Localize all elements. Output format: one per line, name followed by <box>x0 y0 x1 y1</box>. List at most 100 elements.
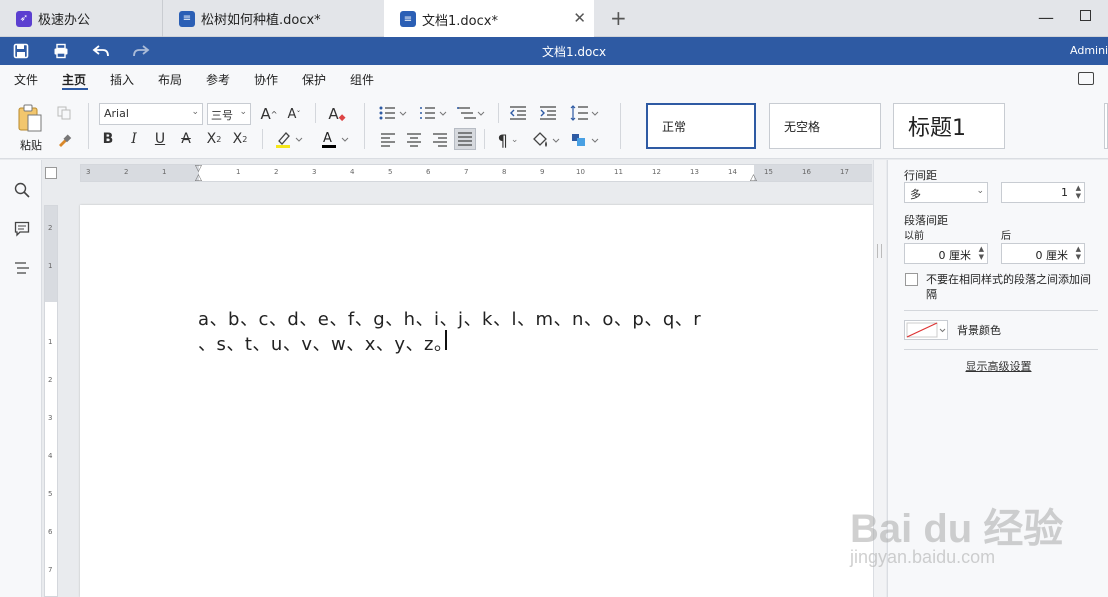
style-normal[interactable]: 正常 <box>646 103 756 149</box>
ruler-tick-label: 2 <box>124 168 129 176</box>
font-family-value: Arial <box>104 107 129 120</box>
menu-insert[interactable]: 插入 <box>110 71 134 88</box>
spinner-icon[interactable]: ▲ ▼ <box>1076 245 1081 261</box>
spinner-icon[interactable]: ▲ ▼ <box>979 245 984 261</box>
spacing-before-input[interactable]: 0 厘米 ▲ ▼ <box>904 243 988 264</box>
vertical-ruler[interactable]: 2 1 1 2 3 4 5 6 7 <box>44 205 58 597</box>
tab-app-home[interactable]: ➶ 极速办公 <box>0 0 162 37</box>
ruler-tick-label: 10 <box>576 168 585 176</box>
grow-font-icon[interactable]: A ^ <box>259 104 279 124</box>
borders-icon[interactable] <box>570 130 600 150</box>
chevron-down-icon: ⌄ <box>239 107 247 117</box>
tab-label: 文档1.docx* <box>422 13 498 29</box>
paragraph-spacing-label: 段落间距 <box>904 214 948 227</box>
align-right-icon[interactable] <box>430 130 450 150</box>
numbered-list-icon[interactable] <box>418 103 448 123</box>
minimize-icon[interactable]: — <box>1038 8 1054 27</box>
no-space-same-style-label: 不要在相同样式的段落之间添加间隔 <box>926 273 1091 301</box>
strikethrough-icon[interactable]: A <box>178 130 194 148</box>
scrollbar-thumb[interactable] <box>877 244 882 258</box>
paragraph-mark-icon[interactable]: ¶ ⌄ <box>494 130 522 150</box>
style-label: 正常 <box>662 119 687 134</box>
menu-references[interactable]: 参考 <box>206 71 230 88</box>
menu-home[interactable]: 主页 <box>62 71 86 88</box>
tab-stop-selector[interactable] <box>45 167 57 179</box>
chevron-down-icon: ⌄ <box>976 186 984 196</box>
font-color-icon[interactable]: A <box>320 129 350 149</box>
search-icon[interactable] <box>13 181 31 199</box>
menu-file[interactable]: 文件 <box>14 71 38 88</box>
close-icon[interactable]: ✕ <box>573 9 586 27</box>
collapse-ribbon-icon[interactable] <box>1078 72 1094 85</box>
add-tab-icon[interactable]: + <box>610 6 627 30</box>
increase-indent-icon[interactable] <box>538 103 558 123</box>
font-size-select[interactable]: 三号 ⌄ <box>207 103 251 125</box>
spacing-after-input[interactable]: 0 厘米 ▲ ▼ <box>1001 243 1085 264</box>
line-spacing-value-input[interactable]: 1 ▲ ▼ <box>1001 182 1085 203</box>
left-sidebar <box>0 160 42 597</box>
style-no-spacing[interactable]: 无空格 <box>769 103 881 149</box>
chevron-down-icon: ⌄ <box>191 107 199 117</box>
ribbon-toolbar: 粘贴 Arial ⌄ 三号 ⌄ A ^ Aˇ A ◆ B I U A X2 X2 A <box>0 93 1108 159</box>
align-left-icon[interactable] <box>378 130 398 150</box>
shrink-font-icon[interactable]: Aˇ <box>284 104 304 124</box>
paste-label: 粘贴 <box>20 139 42 152</box>
comment-icon[interactable] <box>13 220 31 238</box>
format-painter-icon[interactable] <box>56 133 72 149</box>
font-family-select[interactable]: Arial ⌄ <box>99 103 203 125</box>
line-spacing-type-select[interactable]: 多 ⌄ <box>904 182 988 203</box>
style-gallery-more[interactable] <box>1104 103 1108 149</box>
style-heading1[interactable]: 标题1 <box>893 103 1005 149</box>
ruler-tick-label: 15 <box>764 168 773 176</box>
align-center-icon[interactable] <box>404 130 424 150</box>
ruler-tick-label: 13 <box>690 168 699 176</box>
ruler-tick-label: 16 <box>802 168 811 176</box>
ruler-tick-label: 1 <box>48 262 53 270</box>
background-color-picker[interactable] <box>904 320 948 340</box>
document-page[interactable]: a、b、c、d、e、f、g、h、i、j、k、l、m、n、o、p、q、r 、s、t… <box>80 205 873 597</box>
navigation-icon[interactable] <box>13 259 31 277</box>
left-indent-marker[interactable]: △ <box>195 173 202 183</box>
ruler-tick-label: 12 <box>652 168 661 176</box>
horizontal-ruler[interactable]: 3 2 1 1 2 3 4 5 6 7 8 9 10 11 12 13 14 1… <box>80 164 872 183</box>
document-text-line[interactable]: a、b、c、d、e、f、g、h、i、j、k、l、m、n、o、p、q、r <box>198 305 701 331</box>
no-space-same-style-checkbox[interactable] <box>905 273 918 286</box>
maximize-icon[interactable] <box>1080 10 1091 21</box>
ruler-tick-label: 3 <box>86 168 91 176</box>
menu-collaborate[interactable]: 协作 <box>254 71 278 88</box>
doc-icon: ≡ <box>179 10 195 27</box>
separator <box>315 103 316 123</box>
menu-bar: 文件 主页 插入 布局 参考 协作 保护 组件 <box>0 65 1108 93</box>
superscript-icon[interactable]: X2 <box>204 130 224 148</box>
highlight-color-icon[interactable] <box>274 129 304 149</box>
ruler-tick-label: 2 <box>274 168 279 176</box>
active-tab-indicator <box>62 88 88 90</box>
shading-icon[interactable] <box>530 130 562 150</box>
right-indent-marker[interactable]: △ <box>750 173 757 183</box>
menu-plugins[interactable]: 组件 <box>350 71 374 88</box>
justify-icon[interactable] <box>454 128 476 150</box>
line-spacing-icon[interactable] <box>570 103 600 123</box>
before-label: 以前 <box>904 231 924 242</box>
subscript-icon[interactable]: X2 <box>230 130 250 148</box>
menu-protect[interactable]: 保护 <box>302 71 326 88</box>
multilevel-list-icon[interactable] <box>456 103 486 123</box>
tab-doc-pine[interactable]: ≡ 松树如何种植.docx* <box>162 0 384 37</box>
underline-icon[interactable]: U <box>152 130 168 148</box>
style-label: 标题1 <box>908 116 966 141</box>
divider <box>904 310 1098 311</box>
tab-doc-active[interactable]: ≡ 文档1.docx* ✕ <box>384 0 594 38</box>
ruler-tick-label: 4 <box>48 452 53 460</box>
show-advanced-settings-link[interactable]: 显示高级设置 <box>888 358 1108 374</box>
user-name[interactable]: Adminis <box>1070 44 1108 57</box>
italic-icon[interactable]: I <box>126 130 142 148</box>
copy-icon[interactable] <box>56 105 72 121</box>
clear-format-icon[interactable]: A ◆ <box>326 103 348 125</box>
document-text-line[interactable]: 、s、t、u、v、w、x、y、z。 <box>198 330 452 356</box>
menu-layout[interactable]: 布局 <box>158 71 182 88</box>
bold-icon[interactable]: B <box>100 130 116 148</box>
spinner-icon[interactable]: ▲ ▼ <box>1076 184 1081 200</box>
paste-icon[interactable] <box>16 103 44 133</box>
bullet-list-icon[interactable] <box>378 103 408 123</box>
decrease-indent-icon[interactable] <box>508 103 528 123</box>
